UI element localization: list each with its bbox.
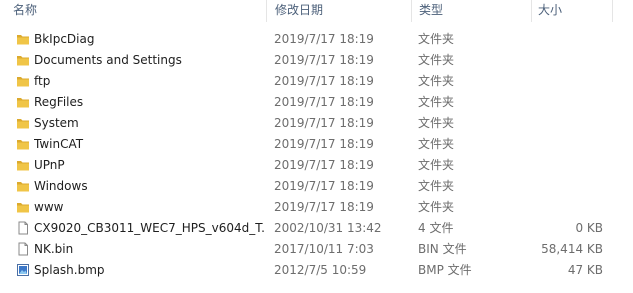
file-type: 4 文件	[418, 221, 454, 235]
file-modified-date: 2019/7/17 18:19	[274, 179, 374, 193]
file-row[interactable]: System 2019/7/17 18:19 文件夹	[0, 113, 633, 134]
file-modified-date: 2019/7/17 18:19	[274, 74, 374, 88]
column-divider[interactable]	[612, 0, 613, 22]
file-row[interactable]: RegFiles 2019/7/17 18:19 文件夹	[0, 92, 633, 113]
file-size	[520, 92, 603, 113]
file-size	[520, 71, 603, 92]
file-type: BMP 文件	[418, 263, 472, 277]
folder-icon	[17, 140, 29, 150]
column-header-date[interactable]: 修改日期	[275, 0, 323, 22]
folder-icon	[17, 182, 29, 192]
file-size	[520, 134, 603, 155]
file-name: ftp	[34, 74, 51, 88]
file-modified-date: 2019/7/17 18:19	[274, 200, 374, 214]
file-row[interactable]: CX9020_CB3011_WEC7_HPS_v604d_T... 2002/10…	[0, 218, 633, 239]
folder-icon	[17, 35, 29, 45]
folder-icon	[17, 77, 29, 87]
file-list-view: ^ 名称 修改日期 类型 大小 BkIpcDiag 2019/7/17 18:19…	[0, 0, 633, 293]
file-modified-date: 2019/7/17 18:19	[274, 158, 374, 172]
file-modified-date: 2017/10/11 7:03	[274, 242, 374, 256]
file-name: www	[34, 200, 64, 214]
column-divider[interactable]	[266, 0, 267, 22]
file-row[interactable]: Splash.bmp 2012/7/5 10:59 BMP 文件 47 KB	[0, 260, 633, 281]
folder-icon	[17, 119, 29, 129]
file-type: 文件夹	[418, 74, 455, 88]
file-name: RegFiles	[34, 95, 84, 109]
column-header-size[interactable]: 大小	[538, 0, 562, 22]
file-size: 0 KB	[575, 221, 603, 235]
file-row[interactable]: www 2019/7/17 18:19 文件夹	[0, 197, 633, 218]
file-name: CX9020_CB3011_WEC7_HPS_v604d_T...	[34, 221, 266, 235]
folder-icon	[17, 98, 29, 108]
file-modified-date: 2019/7/17 18:19	[274, 53, 374, 67]
column-header-bar: ^ 名称 修改日期 类型 大小	[0, 0, 633, 22]
file-size	[520, 50, 603, 71]
file-type: 文件夹	[418, 179, 455, 193]
file-size: 47 KB	[567, 263, 603, 277]
folder-icon	[17, 161, 29, 171]
column-header-type[interactable]: 类型	[419, 0, 443, 22]
file-row[interactable]: UPnP 2019/7/17 18:19 文件夹	[0, 155, 633, 176]
file-size	[520, 113, 603, 134]
file-size	[520, 155, 603, 176]
file-name: BkIpcDiag	[34, 32, 95, 46]
folder-icon	[17, 203, 29, 213]
column-header-name[interactable]: 名称	[13, 0, 37, 22]
column-divider[interactable]	[531, 0, 532, 22]
file-name: TwinCAT	[34, 137, 84, 151]
file-size	[520, 29, 603, 50]
column-divider[interactable]	[411, 0, 412, 22]
file-size: 58,414 KB	[541, 242, 603, 256]
file-row[interactable]: NK.bin 2017/10/11 7:03 BIN 文件 58,414 KB	[0, 239, 633, 260]
file-name: Splash.bmp	[34, 263, 105, 277]
file-type: 文件夹	[418, 137, 455, 151]
file-row[interactable]: Documents and Settings 2019/7/17 18:19 文件夹	[0, 50, 633, 71]
file-size	[520, 197, 603, 218]
file-modified-date: 2019/7/17 18:19	[274, 137, 374, 151]
file-row[interactable]: TwinCAT 2019/7/17 18:19 文件夹	[0, 134, 633, 155]
file-icon	[18, 242, 28, 256]
file-type: 文件夹	[418, 95, 455, 109]
file-name: Windows	[34, 179, 88, 193]
file-row[interactable]: Windows 2019/7/17 18:19 文件夹	[0, 176, 633, 197]
file-type: 文件夹	[418, 32, 455, 46]
file-name: NK.bin	[34, 242, 74, 256]
file-type: 文件夹	[418, 53, 455, 67]
file-name: UPnP	[34, 158, 65, 172]
file-type: 文件夹	[418, 158, 455, 172]
file-modified-date: 2019/7/17 18:19	[274, 116, 374, 130]
file-name: System	[34, 116, 79, 130]
file-modified-date: 2019/7/17 18:19	[274, 95, 374, 109]
file-row[interactable]: BkIpcDiag 2019/7/17 18:19 文件夹	[0, 29, 633, 50]
sort-indicator-icon: ^	[136, 0, 143, 5]
file-icon	[18, 221, 28, 235]
file-size	[520, 176, 603, 197]
file-modified-date: 2019/7/17 18:19	[274, 32, 374, 46]
file-type: 文件夹	[418, 116, 455, 130]
file-row[interactable]: ftp 2019/7/17 18:19 文件夹	[0, 71, 633, 92]
bmp-image-icon	[17, 264, 29, 276]
file-type: BIN 文件	[418, 242, 467, 256]
file-modified-date: 2012/7/5 10:59	[274, 263, 367, 277]
file-modified-date: 2002/10/31 13:42	[274, 221, 382, 235]
file-name: Documents and Settings	[34, 53, 182, 67]
file-type: 文件夹	[418, 200, 455, 214]
file-rows: BkIpcDiag 2019/7/17 18:19 文件夹 Documents and…	[0, 29, 633, 281]
folder-icon	[17, 56, 29, 66]
